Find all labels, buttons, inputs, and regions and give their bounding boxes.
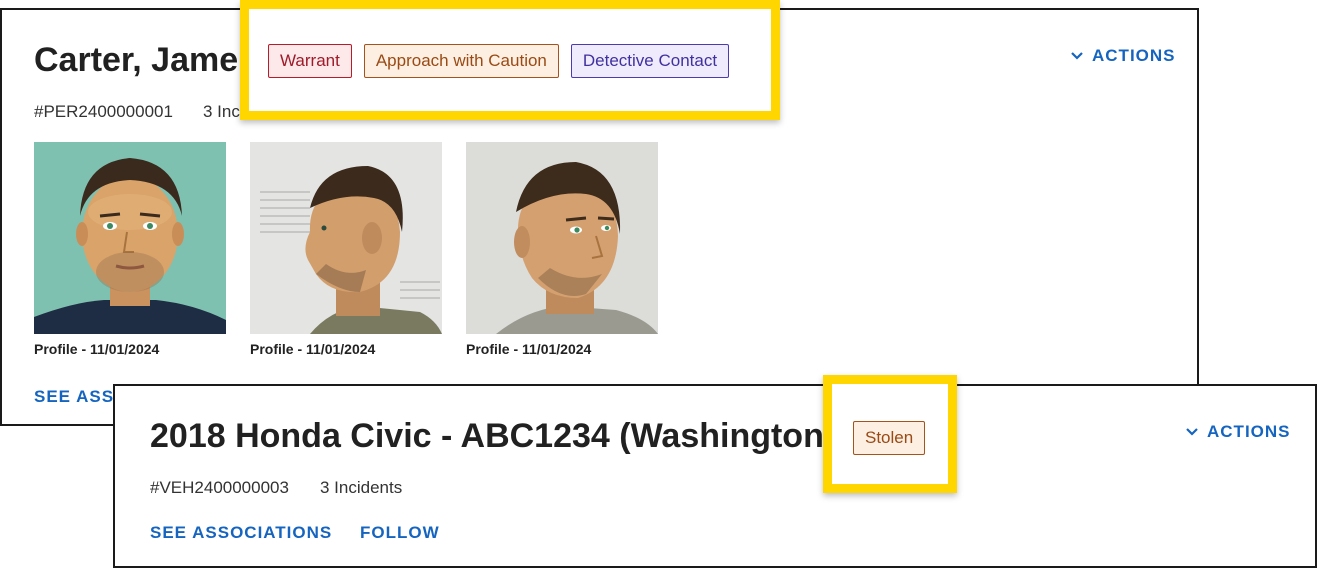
person-name: Carter, Jame [34,41,239,79]
profile-photo[interactable]: Profile - 11/01/2024 [34,142,226,357]
mugshot-side-image [250,142,442,334]
vehicle-see-associations-link[interactable]: SEE ASSOCIATIONS [150,523,332,543]
warrant-tag[interactable]: Warrant [268,44,352,78]
vehicle-title: 2018 Honda Civic - ABC1234 (Washington [150,417,824,455]
profile-photo[interactable]: Profile - 11/01/2024 [466,142,658,357]
mugshot-three-quarter-image [466,142,658,334]
person-id: #PER2400000001 [34,102,173,121]
chevron-down-icon [1186,428,1198,436]
person-actions-button[interactable]: ACTIONS [1070,46,1176,66]
photo-caption: Profile - 11/01/2024 [34,341,160,357]
vehicle-id: #VEH2400000003 [150,478,289,497]
profile-photo[interactable]: Profile - 11/01/2024 [250,142,442,357]
approach-with-caution-tag[interactable]: Approach with Caution [363,44,559,78]
vehicle-actions-button[interactable]: ACTIONS [1185,422,1291,442]
actions-label: ACTIONS [1207,422,1291,441]
photo-caption: Profile - 11/01/2024 [466,341,592,357]
detective-contact-tag[interactable]: Detective Contact [570,44,730,78]
person-tags-highlight: Warrant Approach with Caution Detective … [240,0,780,120]
mugshot-front-image [34,142,226,334]
photo-caption: Profile - 11/01/2024 [250,341,376,357]
actions-label: ACTIONS [1092,46,1176,65]
stolen-tag[interactable]: Stolen [853,421,926,455]
person-incidents: 3 Inci [203,102,244,121]
vehicle-incidents: 3 Incidents [320,478,403,497]
chevron-down-icon [1071,52,1083,60]
vehicle-follow-link[interactable]: FOLLOW [360,523,440,543]
vehicle-card: 2018 Honda Civic - ABC1234 (Washington #… [113,384,1317,568]
vehicle-tag-highlight: Stolen [823,375,957,493]
